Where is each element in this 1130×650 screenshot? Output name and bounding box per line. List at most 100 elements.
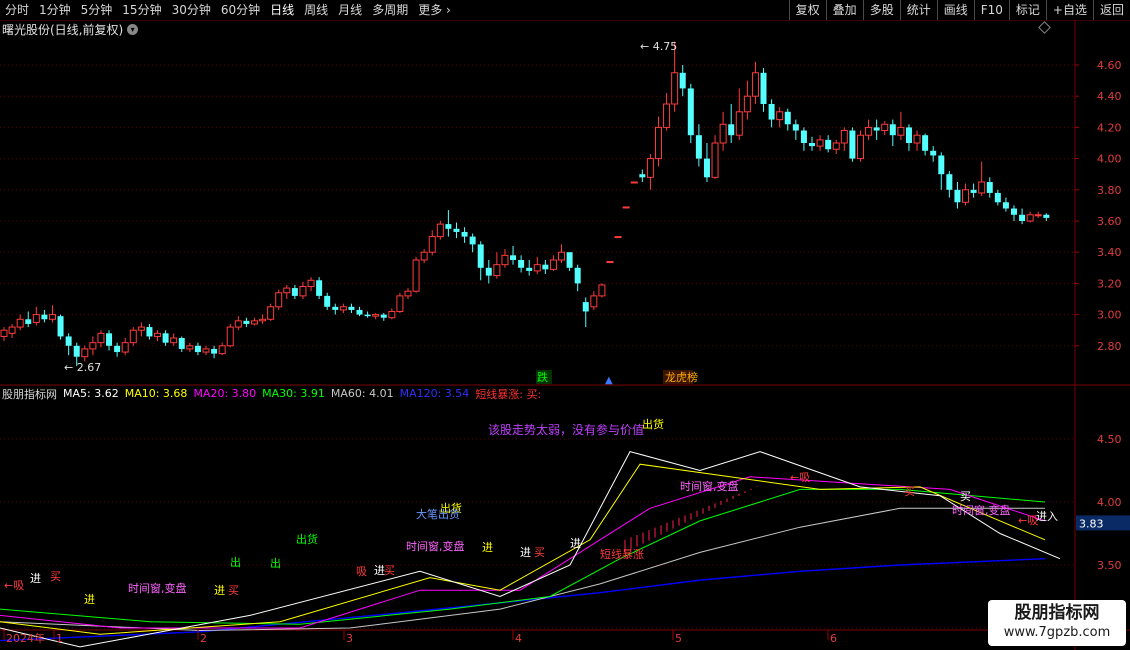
candle-body [954, 189, 961, 203]
candle-body [453, 228, 460, 232]
signal-label: 进 [214, 584, 225, 597]
candle-body [825, 139, 832, 150]
candle-body [1026, 214, 1034, 222]
candle-body [639, 174, 646, 178]
candle-body [469, 236, 476, 245]
signal-label: 进入 [1036, 510, 1058, 523]
candle-body [316, 280, 323, 296]
signal-label: 出 [230, 555, 241, 569]
candle-body [81, 348, 89, 358]
candle-body [218, 345, 226, 355]
candle-body [849, 130, 856, 159]
candle-body [339, 306, 347, 311]
candle-body [946, 174, 953, 190]
candle-body [324, 295, 331, 307]
main-axis-label: 4.20 [1097, 121, 1122, 134]
candle-body [348, 306, 355, 310]
candle-body [962, 189, 970, 203]
candle-body [889, 124, 896, 136]
candle-body [226, 326, 234, 347]
candle-body [162, 333, 169, 343]
candle-body [751, 72, 759, 97]
ind-axis-label: 4.50 [1097, 433, 1122, 446]
candle-body [711, 142, 719, 178]
candle-body [671, 72, 679, 105]
event-marker: ▲ [605, 375, 613, 386]
xaxis-label: 5 [675, 632, 682, 645]
signal-label: 进 [520, 546, 531, 559]
candle-body [994, 192, 1001, 203]
candle-body [695, 135, 702, 159]
candle-body [986, 182, 993, 193]
candle-body [106, 333, 113, 346]
candle-body [800, 130, 807, 143]
candle-body [776, 111, 784, 121]
candle-body [809, 143, 815, 147]
candle-body [0, 329, 8, 337]
candle-body [865, 126, 873, 136]
candle-body [404, 290, 412, 297]
candle-body [299, 286, 307, 297]
event-label: 龙虎榜 [665, 370, 698, 384]
candle-body [840, 130, 848, 144]
candle-body [1034, 214, 1042, 217]
candle-body [760, 72, 767, 104]
candle-body [510, 255, 517, 260]
signal-label: 短线暴涨 [600, 547, 644, 561]
candle-body [768, 104, 775, 120]
candle-body [881, 123, 889, 132]
candle-body [574, 267, 581, 284]
candle-body [65, 336, 72, 346]
xaxis-label: 2 [200, 632, 207, 645]
xaxis-label: 2024年 [6, 631, 45, 645]
candle-body [186, 345, 194, 350]
candle-body [178, 338, 185, 349]
candle-body [146, 327, 153, 337]
candle-body [687, 88, 694, 136]
candle-body [89, 342, 97, 350]
candle-body [549, 259, 557, 270]
candle-body [533, 264, 541, 272]
candle-body [735, 111, 743, 136]
candle-body [275, 292, 283, 308]
candle-body [121, 342, 129, 353]
signal-label: 买 [960, 490, 971, 503]
candle-body [598, 284, 606, 297]
candle-body [856, 134, 864, 160]
candle-body [922, 135, 929, 151]
candle-body [930, 150, 937, 156]
candle-body [816, 139, 824, 147]
xaxis-label: 6 [830, 632, 837, 645]
candle-body [202, 348, 210, 353]
signal-label: 进 [482, 541, 493, 554]
candle-body [16, 318, 24, 328]
main-axis-label: 4.60 [1097, 59, 1122, 72]
candle-body [663, 103, 671, 128]
candle-body [388, 310, 396, 319]
candle-body [582, 302, 589, 312]
candle-body [792, 124, 799, 131]
candle-body [719, 123, 727, 144]
candle-body [129, 329, 137, 344]
candle-body [436, 223, 444, 238]
candle-body [542, 264, 549, 270]
ind-axis-label: 3.50 [1097, 559, 1122, 572]
candle-body [913, 134, 921, 144]
current-value: 3.83 [1079, 517, 1104, 530]
candle-body [832, 142, 840, 150]
candle-body [905, 127, 912, 143]
chart-canvas[interactable]: 4.60 4.40 4.20 4.00 3.80 3.60 3.40 3.20 3.00 2.80… [0, 0, 1130, 650]
candle-body [784, 111, 791, 125]
signal-label: 买 [50, 570, 61, 583]
candle-body [372, 314, 380, 317]
candle-body [590, 295, 598, 308]
signal-label: ←吸 [4, 579, 24, 592]
candle-body [558, 251, 566, 261]
high-label: ← 4.75 [640, 40, 677, 53]
candle-body [1011, 208, 1017, 215]
candle-body [8, 326, 16, 334]
candle-body [646, 158, 654, 178]
candle-body [970, 189, 977, 193]
candle-body [938, 155, 945, 175]
signal-label: 吸 [356, 565, 367, 578]
